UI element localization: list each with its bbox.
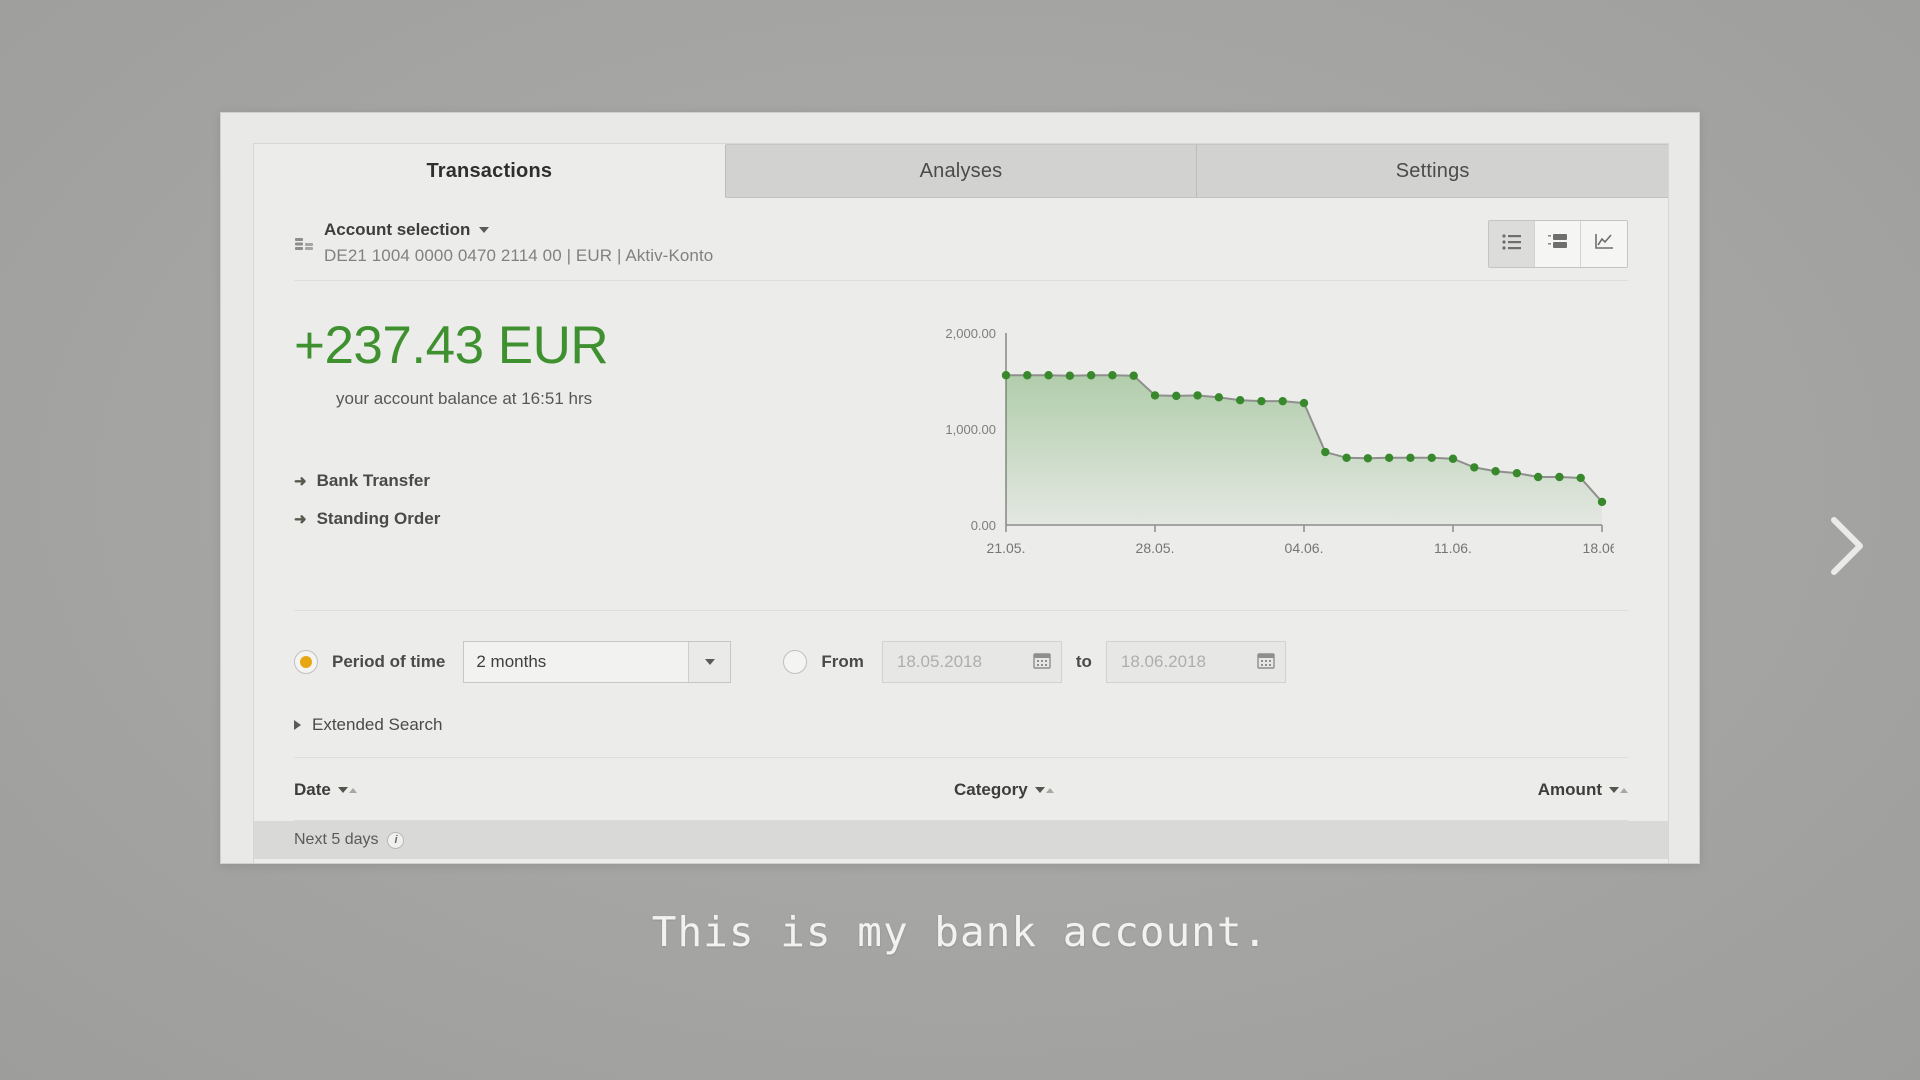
account-row: Account selection DE21 1004 0000 0470 21… [294,198,1628,281]
column-header-date[interactable]: Date [294,780,954,800]
bank-coins-icon [294,234,320,263]
bank-transfer-label: Bank Transfer [316,471,430,490]
extended-search-label: Extended Search [312,715,443,734]
standing-order-label: Standing Order [316,509,441,528]
date-range-radio[interactable] [783,650,808,674]
to-date-value: 18.06.2018 [1120,652,1206,671]
period-of-time-radio[interactable] [294,650,318,674]
detail-view-button[interactable] [1535,221,1581,267]
column-header-amount[interactable]: Amount [1538,780,1628,800]
balance-chart-svg: 0.00 1,000.00 2,000.00 21.05. 28.05. 04.06. 11… [945,326,1621,556]
sort-icon [337,787,357,793]
svg-text:0.00: 0.00 [971,518,996,533]
tab-settings[interactable]: Settings [1197,144,1668,197]
balance-column: +237.43 EUR your account balance at 16:5… [294,319,894,584]
account-iban: DE21 1004 0000 0470 2114 00 | EUR | Akti… [324,246,714,265]
transactions-table-header: Date Category Amount [294,758,1628,821]
group-row-label: Next 5 days [294,831,379,848]
calendar-icon[interactable] [1257,651,1275,674]
slide-caption: This is my bank account. [651,908,1269,956]
detail-list-icon [1547,233,1568,255]
arrow-right-icon: ➜ [294,510,307,528]
balance-chart[interactable]: 0.00 1,000.00 2,000.00 21.05. 28.05. 04.06. 11… [894,319,1628,584]
from-label: From [821,652,864,671]
standing-order-link[interactable]: ➜ Standing Order [294,509,894,529]
chevron-down-icon [479,227,490,233]
from-date-field[interactable]: 18.05.2018 [881,641,1062,683]
extended-search-toggle[interactable]: Extended Search [294,689,1628,758]
to-label: to [1075,652,1092,671]
info-icon[interactable]: i [387,831,405,849]
period-select-value: 2 months [476,652,547,671]
chevron-right-icon [294,720,301,730]
transactions-group-row[interactable]: Next 5 days i [254,821,1668,859]
account-balance-amount: +237.43 EUR [294,316,609,375]
period-select[interactable]: 2 months [463,641,732,683]
svg-text:04.06.: 04.06. [1285,540,1324,556]
sort-icon [1034,787,1054,793]
transactions-panel: Account selection DE21 1004 0000 0470 21… [254,198,1668,859]
slide-stage: Transactions Analyses Settings Account s… [0,0,1920,1080]
svg-text:18.06.: 18.06. [1583,540,1614,556]
from-date-value: 18.05.2018 [896,652,982,671]
to-date-field[interactable]: 18.06.2018 [1105,641,1286,683]
filter-row: Period of time 2 months From 18.05.2018 [294,611,1628,689]
list-view-button[interactable] [1489,221,1535,267]
tab-analyses-label: Analyses [919,159,1003,182]
arrow-right-icon: ➜ [294,472,307,490]
chart-icon [1594,233,1614,256]
chart-view-button[interactable] [1581,221,1627,267]
column-header-amount-label: Amount [1537,780,1602,799]
period-of-time-label: Period of time [332,652,446,671]
app-content-panel: Transactions Analyses Settings Account s… [253,143,1669,863]
svg-text:2,000.00: 2,000.00 [945,326,996,341]
svg-text:28.05.: 28.05. [1136,540,1175,556]
account-selection-dropdown[interactable]: Account selection [324,220,713,240]
chevron-right-icon [1831,517,1863,575]
bank-app-window: Transactions Analyses Settings Account s… [220,112,1700,864]
tab-settings-label: Settings [1395,159,1470,182]
column-header-date-label: Date [294,780,331,799]
column-header-category[interactable]: Category [954,780,1538,800]
column-header-category-label: Category [954,780,1028,799]
tab-transactions-label: Transactions [426,159,553,182]
calendar-icon[interactable] [1033,651,1051,674]
svg-text:11.06.: 11.06. [1434,540,1472,556]
list-icon [1501,233,1522,255]
account-balance-subtitle: your account balance at 16:51 hrs [336,389,593,408]
account-selection-label: Account selection [324,220,471,239]
tab-transactions[interactable]: Transactions [254,144,726,198]
svg-text:1,000.00: 1,000.00 [945,422,996,437]
svg-text:21.05.: 21.05. [987,540,1026,556]
next-slide-button[interactable] [1820,508,1874,584]
account-text-block: Account selection DE21 1004 0000 0470 21… [324,220,713,266]
chevron-down-icon [688,642,731,682]
balance-and-chart-section: +237.43 EUR your account balance at 16:5… [294,281,1628,611]
view-toggle-group [1488,220,1628,268]
quick-actions: ➜ Bank Transfer ➜ Standing Order [294,471,894,529]
bank-transfer-link[interactable]: ➜ Bank Transfer [294,471,894,491]
tab-analyses[interactable]: Analyses [725,144,1198,197]
tab-bar: Transactions Analyses Settings [254,144,1668,198]
sort-icon [1609,787,1628,793]
